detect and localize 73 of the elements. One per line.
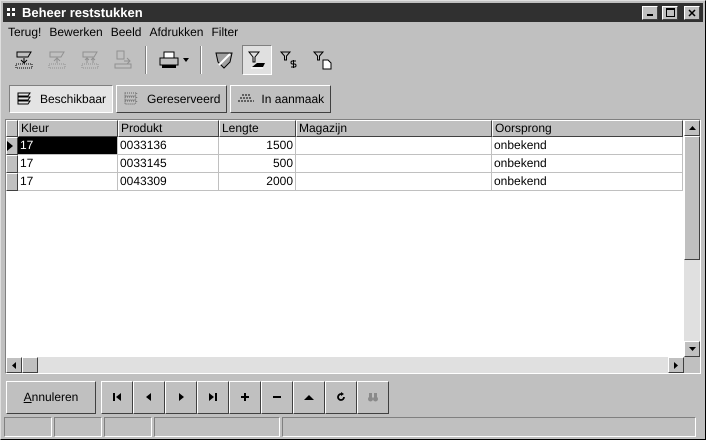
view-toggle-button[interactable]: Gereserveerd (116, 84, 228, 113)
navigator-button[interactable] (325, 380, 357, 414)
navigator-button[interactable] (133, 380, 165, 414)
scroll-thumb[interactable] (684, 136, 700, 260)
table-cell: 0033145 (118, 154, 219, 173)
table-cell: onbekend (492, 136, 683, 155)
menu-item[interactable]: Beeld (108, 22, 144, 41)
refresh-icon (335, 391, 347, 404)
filter-hand-icon (246, 48, 268, 71)
vertical-scrollbar[interactable] (684, 120, 700, 358)
navigator-button[interactable] (165, 380, 197, 414)
printer-icon (158, 48, 180, 71)
row-indicator[interactable] (6, 154, 18, 173)
horizontal-scrollbar[interactable] (6, 357, 700, 374)
table-cell: 17 (18, 154, 118, 173)
navigator-button[interactable] (197, 380, 229, 414)
cancel-button[interactable]: Annuleren (6, 380, 96, 414)
table-cell: 17 (18, 172, 118, 191)
caret-icon (183, 58, 189, 62)
status-pane (54, 417, 102, 437)
navigator-button[interactable] (229, 380, 261, 414)
menu-item[interactable]: Afdrukken (146, 22, 206, 41)
menu-item[interactable]: Terug! (5, 22, 44, 41)
scrollbar-corner (684, 357, 700, 374)
menu-item[interactable]: Filter (208, 22, 242, 41)
current-row-icon (7, 140, 13, 151)
scroll-down-icon (688, 347, 696, 352)
insert-row-icon (13, 48, 35, 71)
document-transfer-icon (112, 48, 134, 71)
scroll-right-icon (674, 362, 678, 369)
view-toggle-button[interactable]: Beschikbaar (9, 84, 114, 113)
row-indicator[interactable] (6, 172, 18, 191)
status-pane (104, 417, 152, 437)
toolbar-button[interactable] (242, 44, 272, 75)
first-record-icon (111, 391, 123, 404)
column-header[interactable]: Oorsprong (492, 120, 683, 137)
table-cell: 1500 (219, 136, 296, 155)
filter-document-icon (312, 48, 334, 71)
scroll-up-icon (688, 126, 696, 130)
table-cell: 0043309 (118, 172, 219, 191)
minimize-button[interactable] (642, 6, 658, 20)
column-header[interactable]: Lengte (219, 120, 296, 137)
table-cell: onbekend (492, 172, 683, 191)
navigator-button[interactable] (101, 380, 133, 414)
column-header[interactable]: Produkt (118, 120, 219, 137)
status-pane (4, 417, 52, 437)
table-cell: 17 (18, 136, 118, 155)
close-button[interactable] (684, 6, 700, 20)
view-toggle-button[interactable]: In aanmaak (230, 84, 332, 113)
maximize-icon (666, 8, 674, 17)
menu-item[interactable]: Bewerken (46, 22, 106, 41)
close-icon (688, 8, 696, 16)
binoculars-icon (367, 391, 379, 404)
window-title: Beheer reststukken (22, 4, 144, 22)
grid-icon (6, 6, 18, 18)
table-cell: 0033136 (118, 136, 219, 155)
move-all-up-icon (79, 48, 101, 71)
column-header[interactable]: Magazijn (296, 120, 492, 137)
table-cell: onbekend (492, 154, 683, 173)
plus-icon (239, 391, 251, 404)
last-record-icon (207, 391, 219, 404)
navigator-button[interactable] (293, 380, 325, 414)
navigator-button[interactable] (261, 380, 293, 414)
scroll-left-icon (12, 362, 16, 369)
scroll-thumb[interactable] (22, 357, 38, 374)
minimize-icon (647, 14, 653, 16)
maximize-button[interactable] (662, 6, 678, 20)
move-up-icon (46, 48, 68, 71)
stack-icon (16, 90, 34, 107)
table-cell: 2000 (219, 172, 296, 191)
table-cell: 500 (219, 154, 296, 173)
row-indicator[interactable] (6, 136, 18, 155)
column-header[interactable]: Kleur (18, 120, 118, 137)
